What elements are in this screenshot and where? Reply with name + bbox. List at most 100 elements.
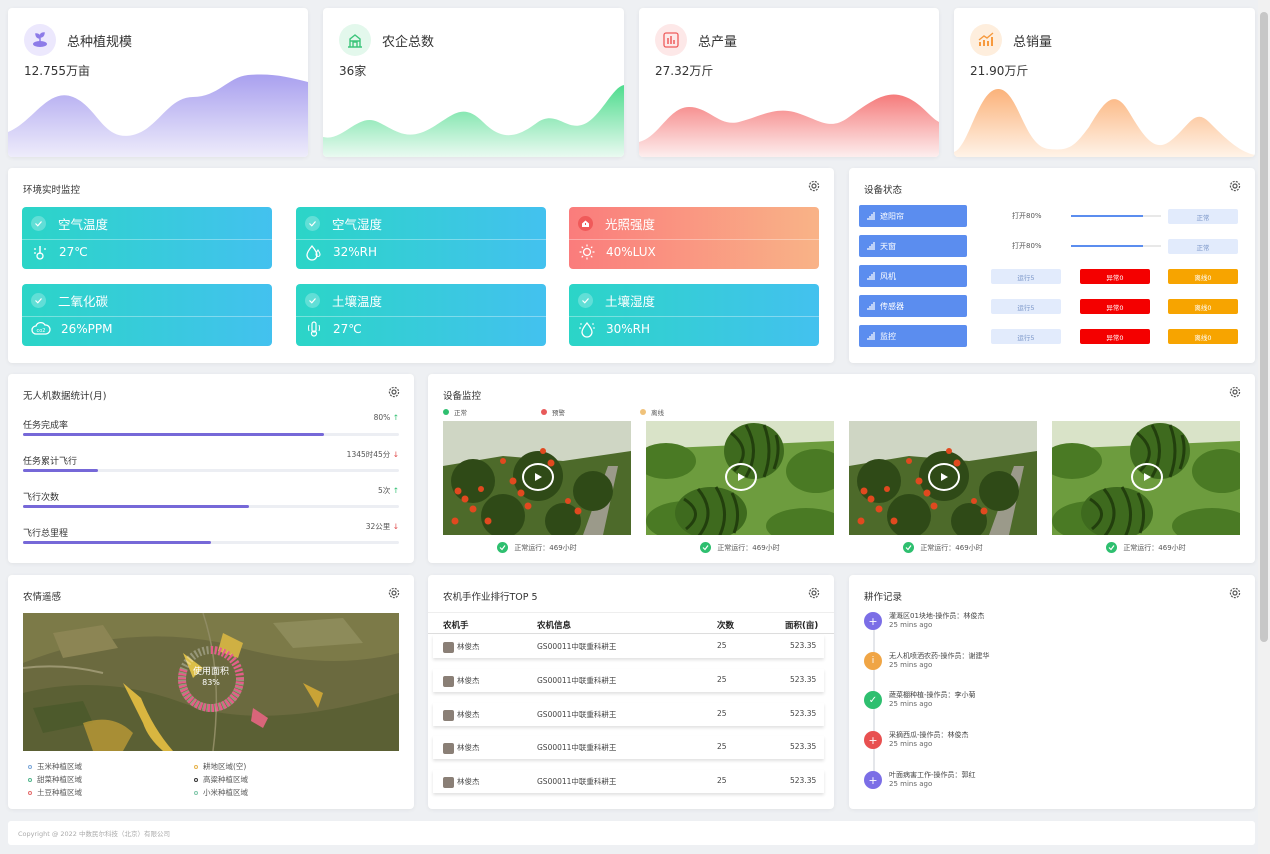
metric-label: 飞行总里程 [23,529,69,539]
metric-value: 80% [373,413,391,422]
offline-tag: 离线0 [1168,329,1238,344]
column-header: 农机信息 [537,621,572,631]
abnormal-tag: 异常0 [1080,269,1150,284]
legend-label: 预警 [552,409,565,417]
plant-icon [24,24,56,56]
camera-feed[interactable] [646,421,834,535]
device-progress-fill [1071,215,1143,217]
record-text: 叶面病害工作-操作员：郭红 [889,771,976,779]
play-icon[interactable] [1131,463,1163,491]
check-circle-icon [497,542,509,553]
check-circle-icon [31,293,46,308]
device-status-panel: 设备状态 遮阳帘 打开80% 正常 天窗 打开80% 正常 风机 运行5 异常0… [849,168,1255,363]
table-row[interactable]: 林俊杰 GS00011中联重科耕王 25 523.35 [433,736,824,759]
area: 523.35 [790,641,817,650]
stat-area-chart [8,74,308,157]
device-button-sunshade[interactable]: 遮阳帘 [859,205,967,227]
legend-empty-farmland: 耕地区域(空) [194,761,246,772]
avatar [443,709,454,721]
svg-text:co2: co2 [37,328,46,334]
signal-bars-icon [867,212,875,220]
device-name: 遮阳帘 [880,211,904,221]
legend-label: 正常 [454,409,467,417]
water-drop-icon [306,244,321,261]
device-button-monitor[interactable]: 监控 [859,325,967,347]
running-tag: 运行5 [991,329,1061,344]
signal-bars-icon [867,302,875,310]
running-tag: 运行5 [991,269,1061,284]
avatar [443,742,454,754]
record-time: 25 mins ago [889,740,933,748]
gear-icon[interactable] [1229,180,1241,192]
operator-name: 林俊杰 [457,743,480,752]
env-tile-light[interactable]: 光照强度 40%LUX [569,207,819,269]
table-row[interactable]: 林俊杰 GS00011中联重科耕王 25 523.35 [433,635,824,658]
signal-bars-icon [867,242,875,250]
record-time: 25 mins ago [889,700,933,708]
camera-feed[interactable] [849,421,1037,535]
soil-humidity-icon [579,321,595,338]
plus-icon: + [864,612,882,630]
device-name: 监控 [880,331,896,341]
table-row[interactable]: 林俊杰 GS00011中联重科耕王 25 523.35 [433,703,824,726]
play-icon[interactable] [522,463,554,491]
machine-info: GS00011中联重科耕王 [537,710,617,719]
times: 25 [717,641,727,650]
play-icon[interactable] [928,463,960,491]
operator-ranking-panel: 农机手作业排行TOP 5 农机手 农机信息 次数 面积(亩) 林俊杰 GS000… [428,575,834,809]
metric-progress-fill [23,433,324,436]
env-tile-air-humidity[interactable]: 空气湿度 32%RH [296,207,546,269]
env-tile-soil-temp[interactable]: 土壤温度 27℃ [296,284,546,346]
table-row[interactable]: 林俊杰 GS00011中联重科耕王 25 523.35 [433,770,824,793]
device-name: 天窗 [880,241,896,251]
env-tile-co2[interactable]: 二氧化碳 co2 26%PPM [22,284,272,346]
env-name: 土壤湿度 [605,294,656,309]
page-scrollbar[interactable] [1258,0,1270,854]
building-icon [339,24,371,56]
record-text: 无人机喷洒农药-操作员：谢建华 [889,652,990,660]
check-circle-icon [305,293,320,308]
env-value: 26%PPM [61,322,113,336]
metric-value: 5次 [378,486,391,495]
env-name: 空气温度 [58,217,109,232]
gear-icon[interactable] [388,386,400,398]
gear-icon[interactable] [808,180,820,192]
farming-records-panel: 耕作记录 + 灌溉区01块地-操作员：林俊杰 25 mins ago i 无人机… [849,575,1255,809]
legend-warning: 预警 [541,407,565,417]
panel-title: 农机手作业排行TOP 5 [443,592,538,603]
gear-icon[interactable] [388,587,400,599]
metric-value: 32公里 [365,522,391,531]
metric-progress [23,469,399,472]
metric-progress-fill [23,541,211,544]
drone-stats-panel: 无人机数据统计(月) 任务完成率 80% ↑ 任务累计飞行 1345时45分 ↓… [8,374,414,563]
machine-info: GS00011中联重科耕王 [537,777,617,786]
scrollbar-thumb[interactable] [1260,12,1268,642]
legend-label: 离线 [651,409,664,417]
satellite-map[interactable]: 使用面积 83% [23,613,399,751]
offline-tag: 离线0 [1168,299,1238,314]
camera-feed[interactable] [443,421,631,535]
camera-status: 正常运行：469小时 [1123,543,1186,552]
avatar [443,641,454,653]
play-icon[interactable] [725,463,757,491]
gear-icon[interactable] [1229,587,1241,599]
gear-icon[interactable] [1229,386,1241,398]
device-button-sensor[interactable]: 传感器 [859,295,967,317]
operator-name: 林俊杰 [457,676,480,685]
gauge-label: 使用面积 [192,667,229,677]
device-button-fan[interactable]: 风机 [859,265,967,287]
env-tile-air-temp[interactable]: 空气温度 27℃ [22,207,272,269]
env-tile-soil-humidity[interactable]: 土壤湿度 30%RH [569,284,819,346]
legend-potato: 土豆种植区域 [28,787,82,798]
gear-icon[interactable] [808,587,820,599]
record-time: 25 mins ago [889,780,933,788]
table-row[interactable]: 林俊杰 GS00011中联重科耕王 25 523.35 [433,669,824,692]
camera-feed[interactable] [1052,421,1240,535]
metric-progress-fill [23,505,249,508]
check-circle-icon [903,542,915,553]
times: 25 [717,776,727,785]
check-icon: ✓ [864,691,882,709]
metric-label: 任务累计飞行 [23,457,78,467]
legend-beet: 甜菜种植区域 [28,774,82,785]
device-button-skylight[interactable]: 天窗 [859,235,967,257]
